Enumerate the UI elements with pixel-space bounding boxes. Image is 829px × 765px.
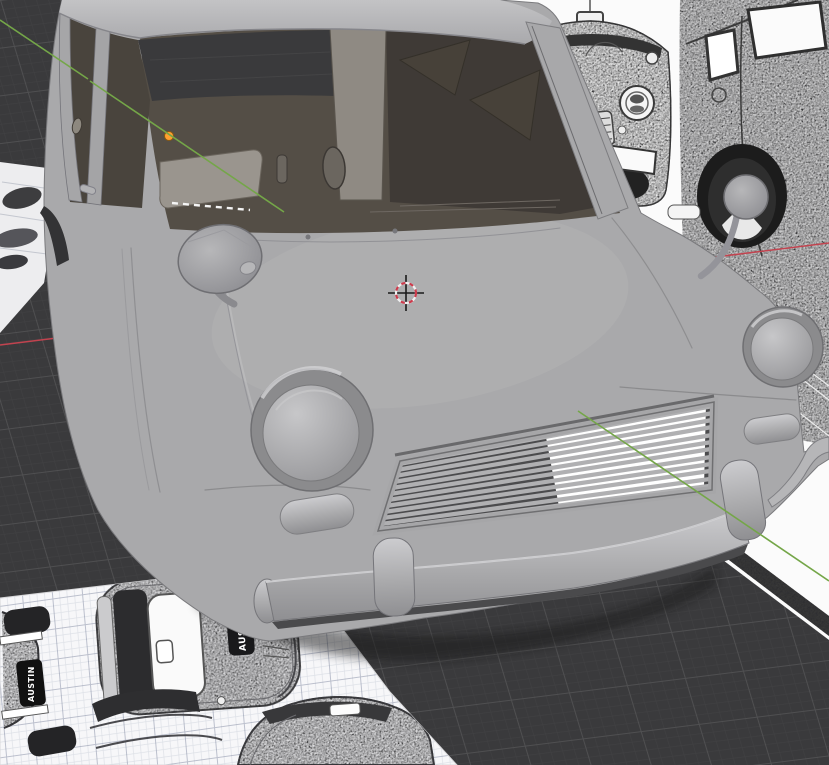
wiper-pivot [305,234,311,240]
frontview-austin-text: AUSTIN [27,666,36,702]
overrider-left [372,537,416,617]
sketch-rear-bumper [667,204,701,220]
sketch-rear-window [704,28,740,82]
wiper-pivot [392,228,398,234]
topview-mirror-dot [216,696,226,706]
headlight-left [250,365,374,492]
mirror-head [723,174,769,220]
viewport[interactable]: AUSTIN AUSTIN [0,0,829,765]
topview-roof-handle [155,639,174,664]
door-slot [276,154,288,184]
headlight-lens [262,384,360,482]
bottom-sketch-window [329,702,361,717]
sketch-side-window [746,0,828,60]
viewport-canvas[interactable]: AUSTIN AUSTIN [0,0,829,765]
sketch-sidelight [617,125,627,135]
sketch-headlight-detail [630,105,644,113]
headlight-right [742,306,824,388]
sketch-headlight-detail [630,94,644,104]
headlight-lens [750,317,814,381]
see-through-band [138,30,335,101]
sketch-mirror [645,51,659,65]
